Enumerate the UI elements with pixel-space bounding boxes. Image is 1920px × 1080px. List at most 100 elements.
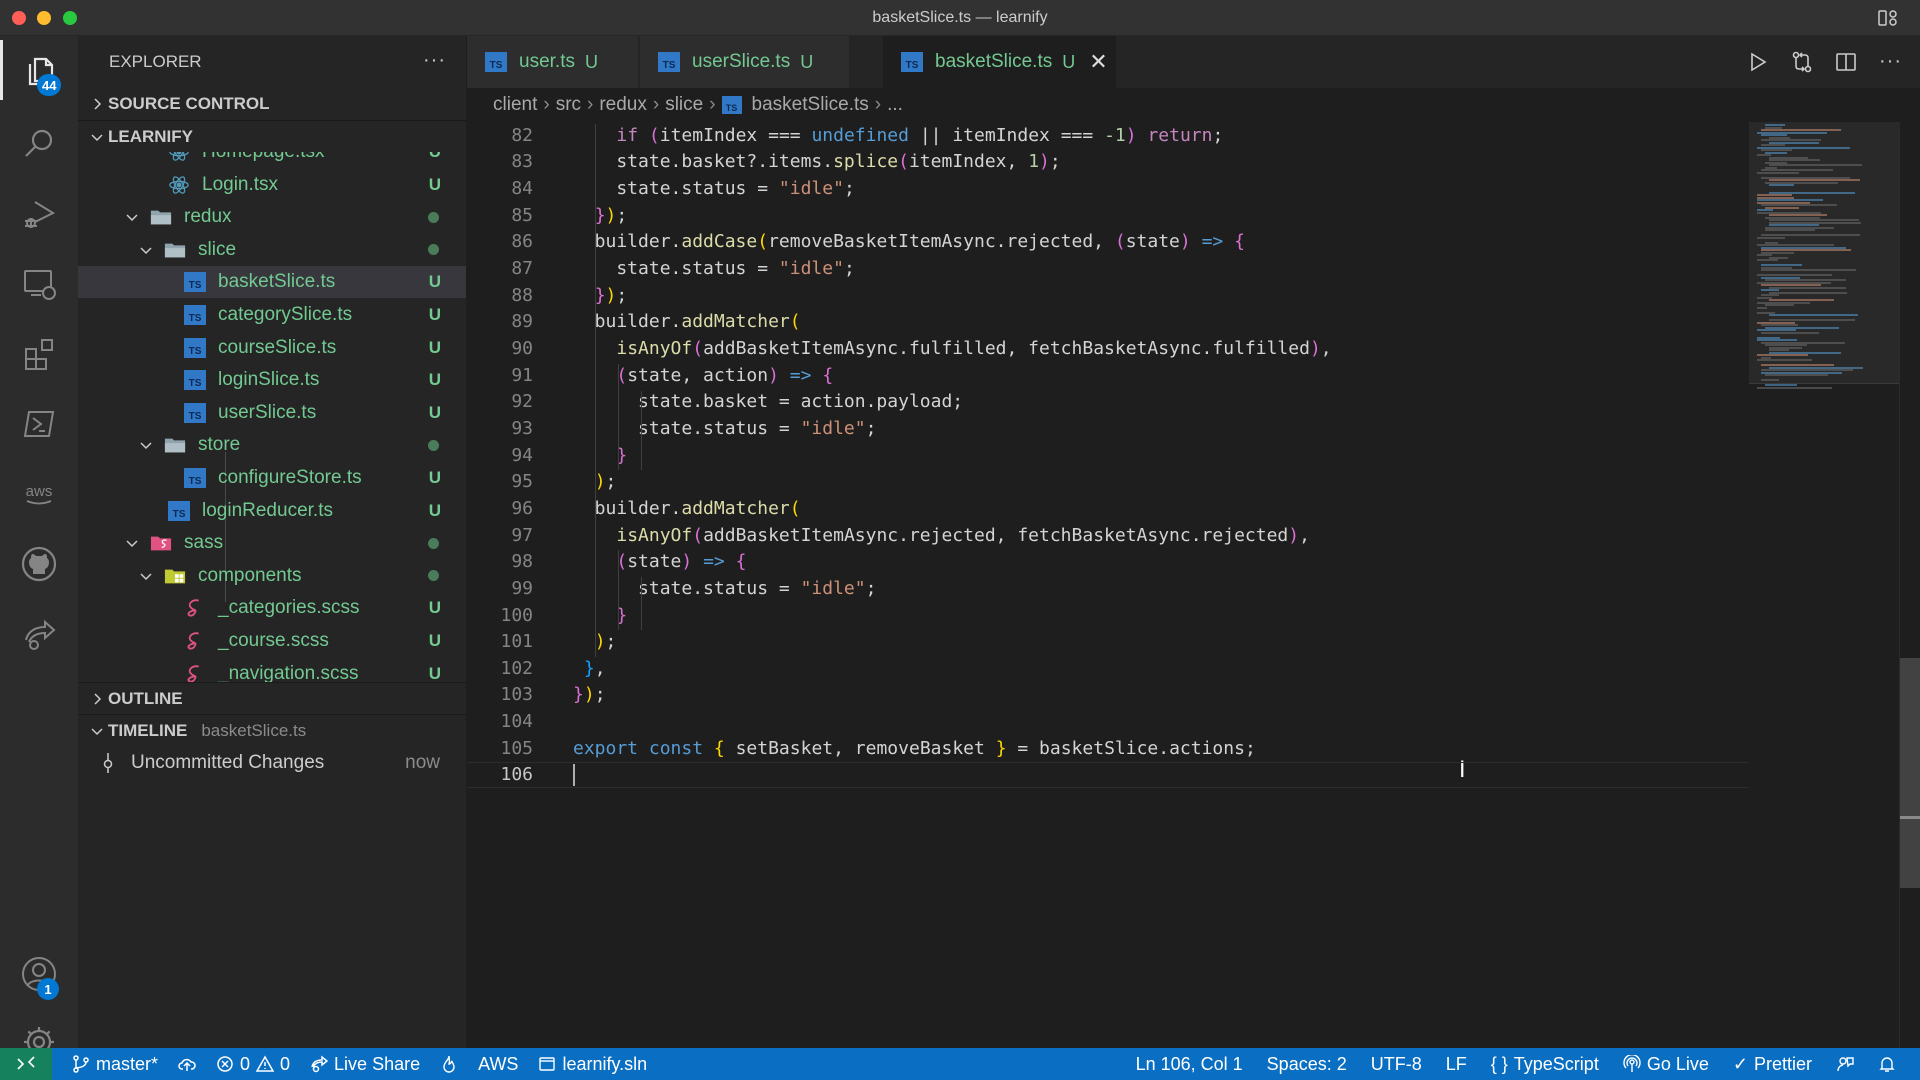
- split-editor-icon[interactable]: [1835, 51, 1857, 73]
- code-line[interactable]: 86 builder.addCase(removeBasketItemAsync…: [467, 229, 1749, 256]
- prettier-button[interactable]: ✓ Prettier: [1733, 1054, 1812, 1075]
- code-line[interactable]: 91 (state, action) => {: [467, 362, 1749, 389]
- code-line[interactable]: 83 state.basket?.items.splice(itemIndex,…: [467, 149, 1749, 176]
- flame-button[interactable]: [440, 1055, 458, 1073]
- tree-item-login-tsx[interactable]: Login.tsx U: [78, 169, 466, 201]
- breadcrumb-item[interactable]: slice: [665, 94, 703, 116]
- activity-live-share[interactable]: [0, 604, 78, 664]
- close-tab-icon[interactable]: ✕: [1089, 49, 1107, 75]
- code-line[interactable]: 104: [467, 708, 1749, 735]
- code-token: {: [713, 737, 725, 759]
- branch-indicator[interactable]: master*: [72, 1054, 158, 1075]
- code-line[interactable]: 98 (state) => {: [467, 548, 1749, 575]
- language-mode[interactable]: { } TypeScript: [1491, 1054, 1599, 1075]
- code-line[interactable]: 94 }: [467, 442, 1749, 469]
- breadcrumb-item[interactable]: src: [556, 94, 581, 116]
- run-icon[interactable]: [1747, 51, 1769, 73]
- line-number: 102: [500, 657, 533, 679]
- code-line[interactable]: 97 isAnyOf(addBasketItemAsync.rejected, …: [467, 522, 1749, 549]
- tree-item-basketslice-ts[interactable]: TS basketSlice.ts U: [78, 266, 466, 299]
- git-status-badge: U: [428, 305, 441, 324]
- activity-search[interactable]: [0, 114, 78, 174]
- tree-item-categoryslice-ts[interactable]: TS categorySlice.ts U: [78, 299, 466, 331]
- go-live-button[interactable]: Go Live: [1623, 1054, 1709, 1075]
- code-line[interactable]: 106: [467, 761, 1749, 789]
- project-section[interactable]: LEARNIFY: [78, 120, 466, 152]
- code-line[interactable]: 101 );: [467, 628, 1749, 655]
- vertical-scrollbar[interactable]: [1899, 122, 1920, 1048]
- problems-indicator[interactable]: 0 0: [216, 1054, 290, 1075]
- code-line[interactable]: 99 state.status = "idle";: [467, 575, 1749, 602]
- feedback-button[interactable]: [1836, 1055, 1854, 1073]
- code-line[interactable]: 85 });: [467, 202, 1749, 229]
- live-share-button[interactable]: Live Share: [310, 1054, 420, 1075]
- activity-aws[interactable]: aws: [0, 464, 78, 524]
- svg-text:aws: aws: [26, 483, 53, 500]
- scrollbar-thumb[interactable]: [1900, 658, 1920, 888]
- code-line[interactable]: 95 );: [467, 468, 1749, 495]
- tab-user-ts[interactable]: TS user.ts U: [467, 36, 639, 88]
- cursor-position[interactable]: Ln 106, Col 1: [1136, 1054, 1243, 1075]
- encoding[interactable]: UTF-8: [1371, 1054, 1422, 1075]
- timeline-section[interactable]: TIMELINE basketSlice.ts: [78, 714, 466, 746]
- activity-remote-explorer[interactable]: [0, 254, 78, 314]
- code-line[interactable]: 96 builder.addMatcher(: [467, 495, 1749, 522]
- remote-indicator[interactable]: [0, 1048, 52, 1080]
- tree-item--categories-scss[interactable]: _categories.scss U: [78, 592, 466, 624]
- tree-item-configurestore-ts[interactable]: TS configureStore.ts U: [78, 462, 466, 494]
- tree-item-userslice-ts[interactable]: TS userSlice.ts U: [78, 397, 466, 429]
- tree-item--course-scss[interactable]: _course.scss U: [78, 625, 466, 657]
- breadcrumb-item[interactable]: client: [493, 94, 537, 116]
- code-token: addBasketItemAsync.rejected, fetchBasket…: [703, 524, 1289, 546]
- customize-layout-icon[interactable]: [1878, 9, 1898, 27]
- activity-powershell[interactable]: [0, 394, 78, 454]
- code-line[interactable]: 93 state.status = "idle";: [467, 415, 1749, 442]
- code-line[interactable]: 92 state.basket = action.payload;: [467, 389, 1749, 416]
- code-line[interactable]: 103});: [467, 682, 1749, 709]
- code-line[interactable]: 105 export const { setBasket, removeBaske…: [467, 735, 1749, 762]
- activity-github[interactable]: [0, 534, 78, 594]
- breadcrumb-item[interactable]: ...: [887, 94, 903, 116]
- indentation[interactable]: Spaces: 2: [1267, 1054, 1347, 1075]
- sync-button[interactable]: [178, 1055, 196, 1073]
- activity-run-debug[interactable]: [0, 184, 78, 244]
- code-line[interactable]: 84 state.status = "idle";: [467, 175, 1749, 202]
- tree-item-loginreducer-ts[interactable]: TS loginReducer.ts U: [78, 495, 466, 527]
- breadcrumb-item[interactable]: redux: [599, 94, 647, 116]
- more-actions-icon[interactable]: ···: [423, 49, 446, 72]
- solution-button[interactable]: learnify.sln: [538, 1054, 647, 1075]
- tree-item-sass[interactable]: sass: [78, 527, 466, 559]
- activity-accounts[interactable]: 1: [0, 944, 78, 1004]
- tab-basketslice-ts[interactable]: TS basketSlice.ts U ✕: [883, 36, 1117, 88]
- code-line[interactable]: 90 isAnyOf(addBasketItemAsync.fulfilled,…: [467, 335, 1749, 362]
- timeline-entry[interactable]: Uncommitted Changes now: [78, 746, 466, 780]
- outline-section[interactable]: OUTLINE: [78, 682, 466, 714]
- code-line[interactable]: 102 },: [467, 655, 1749, 682]
- tree-item-homepage-tsx[interactable]: Homepage.tsx U: [78, 152, 466, 168]
- tree-item--navigation-scss[interactable]: _navigation.scss U: [78, 658, 466, 682]
- open-changes-icon[interactable]: [1791, 51, 1813, 73]
- tree-item-slice[interactable]: slice: [78, 234, 466, 266]
- breadcrumb-item[interactable]: basketSlice.ts: [752, 94, 869, 116]
- code-line[interactable]: 87 state.status = "idle";: [467, 255, 1749, 282]
- code-editor[interactable]: I 82 if (itemIndex === undefined || item…: [467, 122, 1749, 1048]
- tree-item-redux[interactable]: redux: [78, 201, 466, 233]
- more-actions-icon[interactable]: ···: [1879, 50, 1902, 73]
- code-line[interactable]: 89 builder.addMatcher(: [467, 309, 1749, 336]
- code-line[interactable]: 100 }: [467, 602, 1749, 629]
- source-control-section[interactable]: SOURCE CONTROL: [78, 88, 466, 120]
- tree-item-courseslice-ts[interactable]: TS courseSlice.ts U: [78, 332, 466, 364]
- tree-item-label: redux: [184, 206, 232, 228]
- code-line[interactable]: 88 });: [467, 282, 1749, 309]
- activity-extensions[interactable]: [0, 324, 78, 384]
- tree-item-loginslice-ts[interactable]: TS loginSlice.ts U: [78, 364, 466, 396]
- tree-item-components[interactable]: components: [78, 560, 466, 592]
- notifications-button[interactable]: [1878, 1055, 1896, 1073]
- end-of-line[interactable]: LF: [1446, 1054, 1467, 1075]
- minimap[interactable]: [1749, 122, 1899, 1048]
- tab-userslice-ts[interactable]: TS userSlice.ts U: [640, 36, 850, 88]
- activity-explorer[interactable]: 44: [0, 40, 78, 100]
- code-line[interactable]: 82 if (itemIndex === undefined || itemIn…: [467, 122, 1749, 149]
- aws-button[interactable]: AWS: [478, 1054, 518, 1075]
- tree-item-store[interactable]: store: [78, 429, 466, 461]
